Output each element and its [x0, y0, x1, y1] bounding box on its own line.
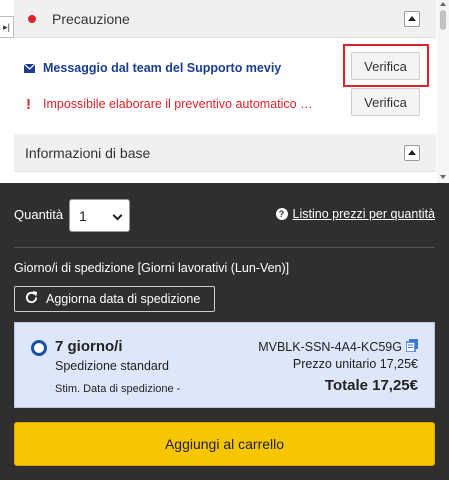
red-dot-icon	[28, 14, 36, 23]
estimated-ship-date: Stim. Data di spedizione -	[55, 383, 181, 395]
copy-icon[interactable]	[405, 339, 418, 355]
unit-price: Prezzo unitario 17,25€	[292, 357, 418, 371]
scroll-down-icon[interactable]	[440, 175, 446, 179]
message-row-error: ! Impossibile elaborare il preventivo au…	[14, 84, 436, 124]
price-list-link[interactable]: Listino prezzi per quantità	[293, 207, 435, 221]
chevron-down-icon	[112, 210, 123, 221]
quantity-value: 1	[79, 207, 87, 224]
radio-selected-icon[interactable]	[31, 340, 47, 356]
support-message-text[interactable]: Messaggio dal team del Supporto meviy	[43, 61, 281, 75]
part-number: MVBLK-SSN-4A4-KC59G	[258, 339, 418, 355]
message-row-support: Messaggio dal team del Supporto meviy Ve…	[14, 48, 436, 88]
collapse-icon[interactable]	[404, 11, 420, 27]
message-panel: ▸| Precauzione Messaggio dal team del Su…	[0, 0, 449, 183]
question-icon: ?	[275, 208, 288, 220]
refresh-shipping-date-button[interactable]: Aggiorna data di spedizione	[14, 286, 215, 312]
add-to-cart-button[interactable]: Aggiungi al carrello	[14, 422, 435, 466]
basic-info-title: Informazioni di base	[25, 144, 151, 161]
error-message-text: Impossibile elaborare il preventivo auto…	[43, 97, 319, 111]
caution-section-header[interactable]: Precauzione	[14, 0, 436, 38]
scroll-up-icon[interactable]	[440, 2, 446, 6]
collapse-icon[interactable]	[404, 145, 420, 161]
shipping-days: 7 giorno/i	[55, 338, 123, 355]
shipping-type: Spedizione standard	[55, 359, 169, 373]
verify-button-support[interactable]: Verifica	[351, 52, 420, 80]
divider	[14, 247, 435, 248]
basic-info-section-header[interactable]: Informazioni di base	[14, 134, 436, 172]
order-panel: Quantità 1 ? Listino prezzi per quantità…	[0, 183, 449, 480]
refresh-icon	[24, 290, 39, 308]
total-price: Totale 17,25€	[324, 377, 418, 394]
verify-button-error[interactable]: Verifica	[351, 88, 420, 116]
mail-icon	[24, 63, 35, 73]
part-number-text: MVBLK-SSN-4A4-KC59G	[258, 340, 402, 354]
shipping-days-label: Giorno/i di spedizione [Giorni lavorativ…	[14, 261, 290, 275]
refresh-button-label: Aggiorna data di spedizione	[46, 292, 201, 306]
quantity-select[interactable]: 1	[69, 199, 130, 232]
sidebar-toggle-icon[interactable]: ▸|	[0, 16, 14, 38]
scroll-thumb[interactable]	[440, 10, 446, 30]
price-list-link-group[interactable]: ? Listino prezzi per quantità	[275, 207, 435, 221]
exclamation-icon: !	[26, 95, 31, 113]
shipping-option[interactable]: 7 giorno/i Spedizione standard Stim. Dat…	[14, 322, 435, 408]
caution-title: Precauzione	[52, 10, 130, 27]
quantity-label: Quantità	[14, 207, 64, 222]
scrollbar[interactable]	[437, 0, 449, 183]
